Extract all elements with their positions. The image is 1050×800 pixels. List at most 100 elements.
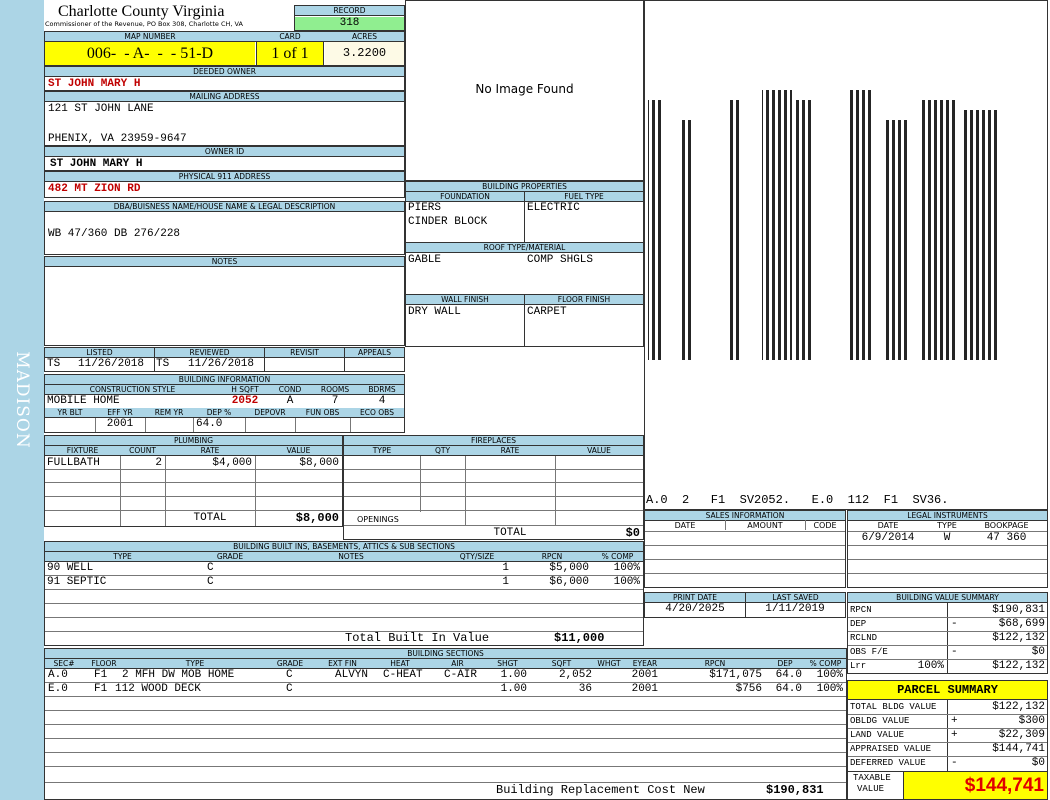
appeals-label: APPEALS: [344, 348, 404, 358]
style-label: CONSTRUCTION STYLE: [45, 385, 220, 395]
ps-land-label: LAND VALUE: [850, 730, 905, 740]
print-date-label: PRINT DATE: [645, 593, 745, 603]
sec-row1-sqft: 2,052: [558, 669, 592, 681]
depovr-label: DEPOVR: [245, 408, 295, 418]
sec-row1-ext: ALVYN: [335, 669, 369, 681]
acres-label: ACRES: [325, 32, 404, 42]
reviewed-date: 11/26/2018: [188, 358, 255, 370]
reviewed-label: REVIEWED: [154, 348, 264, 358]
legal-date: 6/9/2014: [861, 532, 915, 544]
sec-row2-floor: F1: [94, 683, 108, 695]
sections-total: $190,831: [766, 783, 824, 797]
foundation-1: PIERS: [408, 202, 442, 214]
sales-amount-header: AMOUNT: [747, 521, 783, 530]
ps-deferred: $0: [1031, 757, 1045, 769]
roof-material: COMP SHGLS: [527, 254, 594, 266]
construction-style: MOBILE HOME: [47, 395, 120, 407]
sec-row2-shgt: 1.00: [500, 683, 527, 695]
bi-row2-grade: C: [207, 576, 214, 588]
air-header: AIR: [430, 659, 485, 669]
extfin-header: EXT FIN: [315, 659, 370, 669]
map-number: 006- - A- - - 51-D: [45, 42, 255, 65]
fp-value-header: VALUE: [555, 446, 643, 456]
bi-rpcn-header: RPCN: [512, 552, 592, 562]
bi-total-label: Total Built In Value: [345, 631, 490, 645]
eff-yr: 2001: [106, 418, 134, 430]
sec-row2-grade: C: [286, 683, 293, 695]
heat-header: HEAT: [370, 659, 430, 669]
sec-row1-sec: A.0: [48, 669, 68, 681]
sec-row2-dep: 64.0: [775, 683, 802, 695]
legal-bookpage-header: BOOKPAGE: [984, 521, 1029, 530]
parcel-summary-title: PARCEL SUMMARY: [848, 681, 1047, 700]
rate-header: RATE: [165, 446, 255, 456]
vs-obs: $0: [1031, 646, 1045, 658]
funobs-label: FUN OBS: [295, 408, 350, 418]
vs-dep: $68,699: [998, 618, 1045, 630]
rooms-value: 7: [331, 395, 339, 407]
plumbing-fixture: FULLBATH: [47, 457, 100, 469]
foundation-label: FOUNDATION: [406, 192, 524, 202]
sec-row2-comp: 100%: [816, 683, 843, 695]
vs-obs-label: OBS F/E: [850, 647, 888, 657]
sec-row1-floor: F1: [94, 669, 108, 681]
ps-tbv-label: TOTAL BLDG VALUE: [850, 702, 937, 712]
bi-row1-rpcn: $5,000: [549, 562, 589, 574]
ps-obldg: $300: [1018, 715, 1045, 727]
cond-value: A: [286, 395, 294, 407]
bi-row2-type: 91 SEPTIC: [47, 576, 107, 588]
ps-land: $22,309: [998, 729, 1045, 741]
shgt-header: SHGT: [485, 659, 530, 669]
deeded-owner: ST JOHN MARY H: [48, 78, 141, 90]
fixture-header: FIXTURE: [45, 446, 120, 456]
remyr-label: REM YR: [145, 408, 193, 418]
last-saved-date: 1/11/2019: [765, 603, 825, 615]
roof-type: GABLE: [408, 254, 442, 266]
foundation-2: CINDER BLOCK: [408, 216, 488, 228]
sec-row1-dep: 64.0: [775, 669, 802, 681]
county-subtitle: Commissioner of the Revenue, PO Box 308,…: [45, 20, 243, 28]
sec-row2-rpcn: $756: [735, 683, 762, 695]
builtins-label: BUILDING BUILT INS, BASEMENTS, ATTICS & …: [45, 542, 643, 552]
plumbing-label: PLUMBING: [45, 436, 342, 446]
print-date: 4/20/2025: [665, 603, 725, 615]
bi-row1-comp: 100%: [613, 562, 640, 574]
ps-appraised-label: APPRAISED VALUE: [850, 744, 932, 754]
card-label: CARD: [255, 32, 325, 42]
value-header: VALUE: [255, 446, 342, 456]
bi-qty-header: QTY/SIZE: [442, 552, 512, 562]
dep-pct: 64.0: [196, 418, 223, 430]
owner-id: ST JOHN MARY H: [50, 158, 143, 170]
record-label: RECORD: [295, 6, 404, 16]
dep-header: DEP: [765, 659, 805, 669]
ps-appraised: $144,741: [992, 743, 1045, 755]
bi-type-header: TYPE: [45, 552, 200, 562]
vs-lrr: $122,132: [992, 660, 1045, 672]
value-summary-label: BUILDING VALUE SUMMARY: [848, 593, 1047, 603]
reviewed-by: TS: [156, 358, 170, 370]
sec-row1-comp: 100%: [816, 669, 843, 681]
dba-label: DBA/BUISNESS NAME/HOUSE NAME & LEGAL DES…: [45, 202, 404, 212]
ps-taxable: $144,741: [903, 772, 1047, 799]
listed-date: 11/26/2018: [78, 358, 145, 370]
floor-label: FLOOR FINISH: [524, 295, 643, 305]
sec-row2-sec: E.0: [48, 683, 68, 695]
effyr-label: EFF YR: [95, 408, 145, 418]
legal-type-header: TYPE: [937, 521, 957, 530]
sec-row1-eyear: 2001: [631, 669, 658, 681]
sec-row1-shgt: 1.00: [500, 669, 527, 681]
bdrms-value: 4: [378, 395, 386, 407]
bi-grade-header: GRADE: [200, 552, 260, 562]
ps-obldg-label: OBLDG VALUE: [850, 716, 910, 726]
whgt-header: WHGT: [593, 659, 625, 669]
eyear-header: EYEAR: [625, 659, 665, 669]
wall-label: WALL FINISH: [406, 295, 524, 305]
legal-type: W: [943, 532, 951, 544]
map-label: MAP NUMBER: [45, 32, 255, 42]
sketch-caption: A.0 2 F1 SV2052. E.0 112 F1 SV36.: [646, 493, 949, 507]
vs-dep-label: DEP: [850, 619, 867, 629]
grade-header: GRADE: [265, 659, 315, 669]
plumbing-value: $8,000: [299, 457, 339, 469]
bi-row1-grade: C: [207, 562, 214, 574]
sec-row2-type: 112 WOOD DECK: [115, 683, 201, 695]
